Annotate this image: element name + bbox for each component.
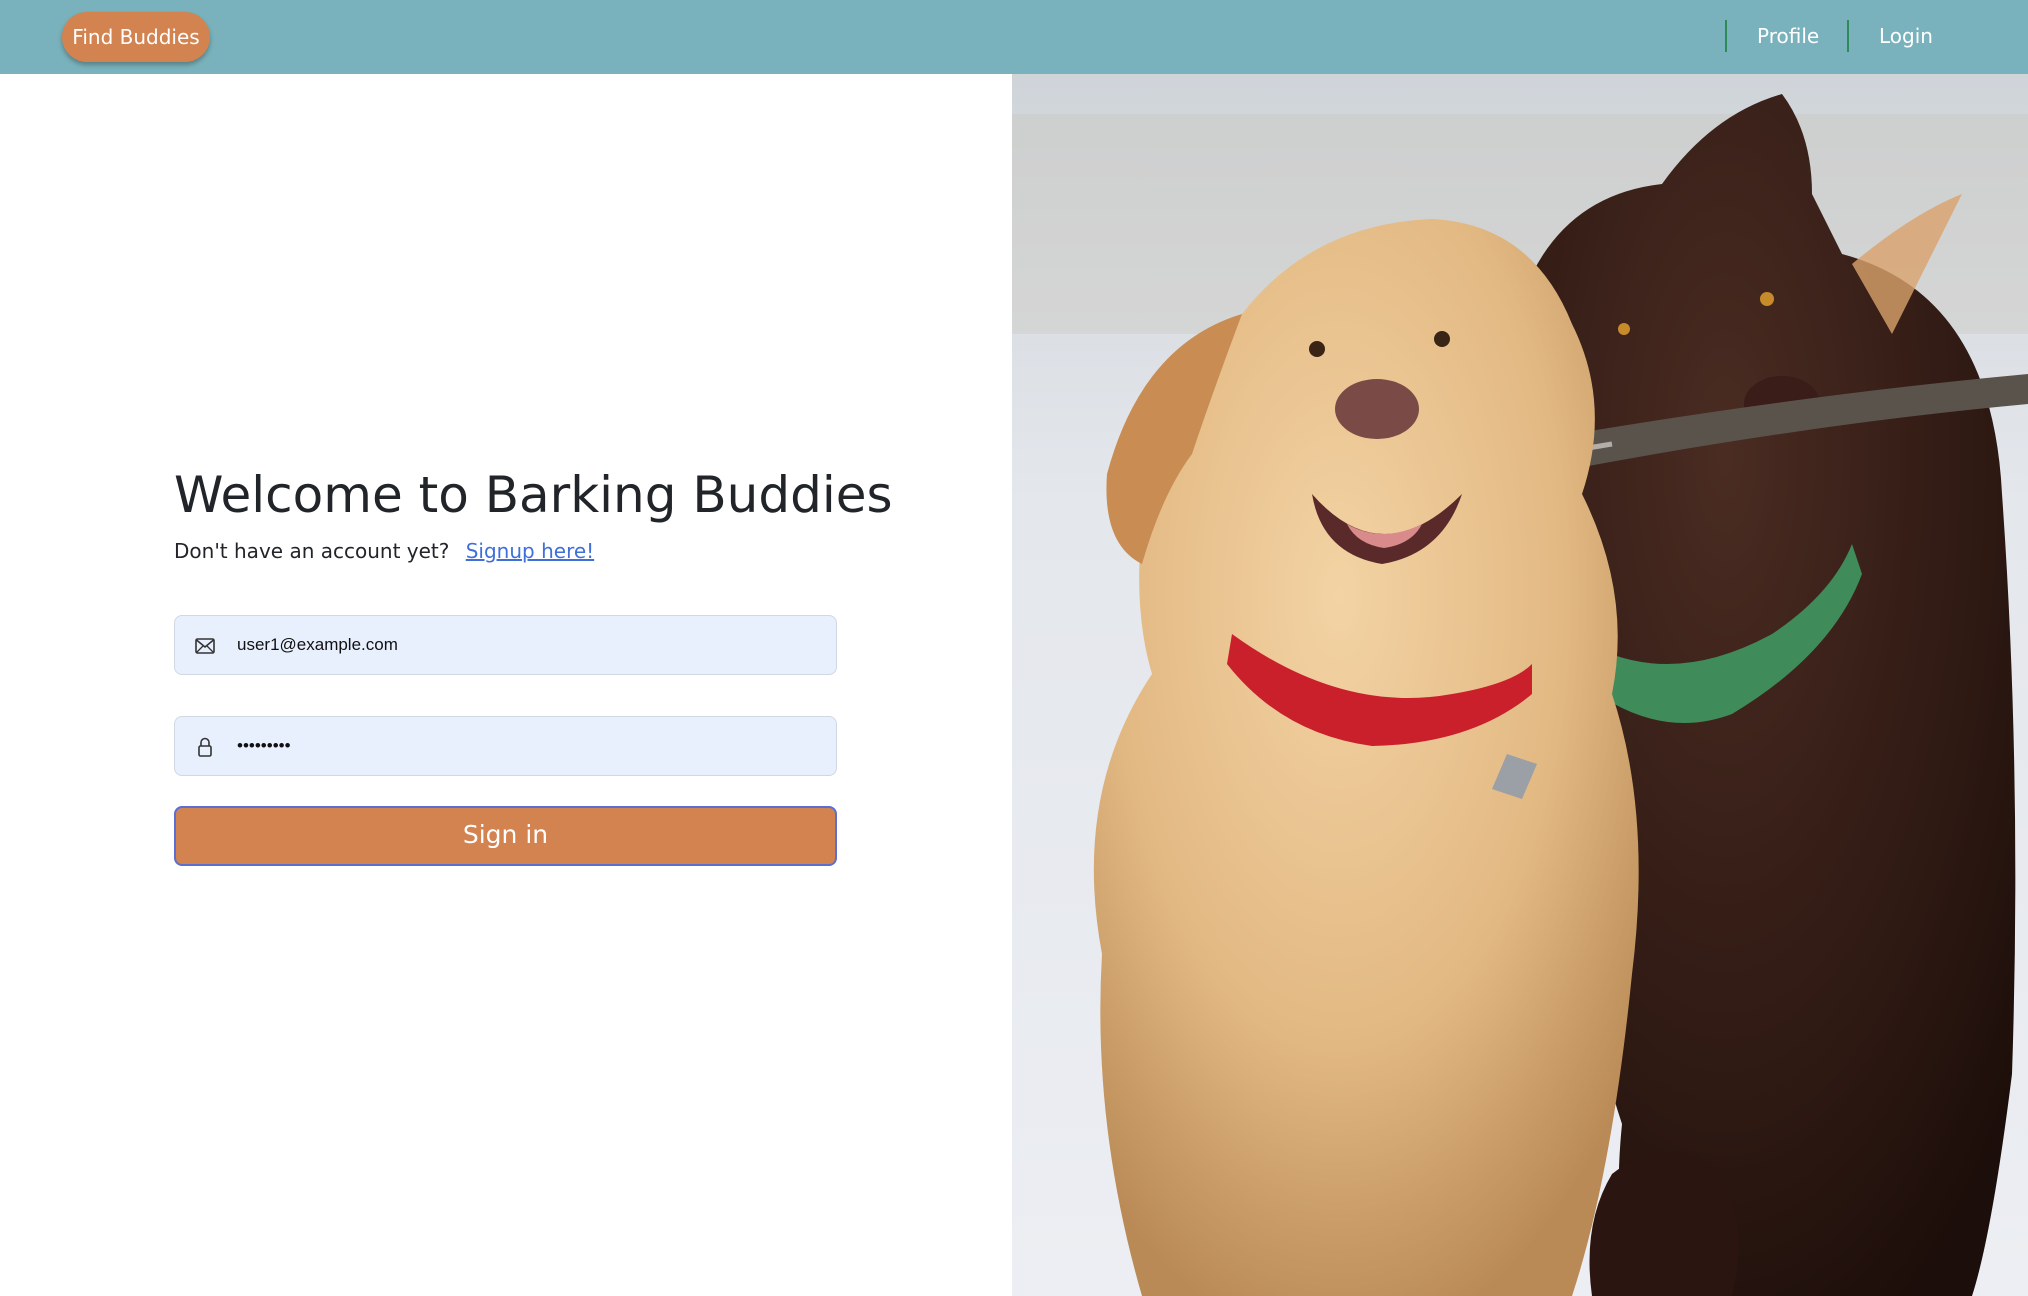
password-field-wrapper (174, 716, 837, 776)
signup-link[interactable]: Signup here! (466, 539, 594, 563)
find-buddies-button[interactable]: Find Buddies (62, 12, 210, 62)
dogs-photo-illustration (1012, 74, 2028, 1296)
envelope-icon (193, 634, 217, 658)
signup-prompt-line: Don't have an account yet? Signup here! (174, 536, 594, 566)
sign-in-button[interactable]: Sign in (174, 806, 837, 866)
nav-divider (1725, 20, 1727, 52)
nav-link-login[interactable]: Login (1879, 20, 1933, 52)
top-navbar: Find Buddies Profile Login (0, 0, 2028, 74)
email-field-wrapper (174, 615, 837, 675)
nav-link-profile[interactable]: Profile (1757, 20, 1819, 52)
page-title: Welcome to Barking Buddies (174, 466, 893, 524)
password-input[interactable] (235, 717, 825, 775)
signup-prompt-text: Don't have an account yet? (174, 539, 450, 563)
nav-divider (1847, 20, 1849, 52)
hero-dogs-photo (1012, 74, 2028, 1296)
lock-icon (193, 735, 217, 759)
email-input[interactable] (235, 616, 825, 674)
